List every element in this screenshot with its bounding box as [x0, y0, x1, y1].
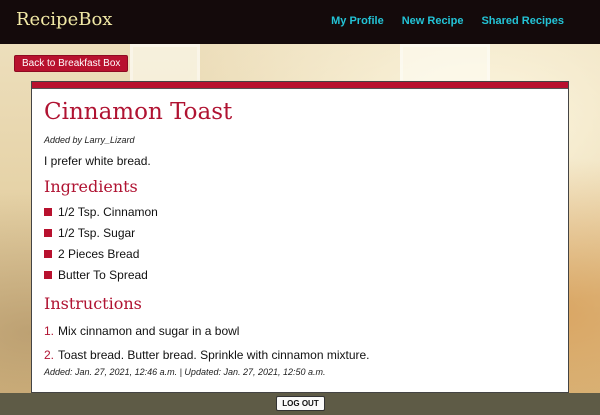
recipe-title: Cinnamon Toast [44, 99, 233, 125]
instruction-number: 1. [44, 324, 55, 338]
recipe-timestamps: Added: Jan. 27, 2021, 12:46 a.m. | Updat… [44, 367, 326, 377]
instruction-number: 2. [44, 348, 55, 362]
ingredient-item: 2 Pieces Bread [44, 243, 568, 264]
nav-links: My Profile New Recipe Shared Recipes [331, 15, 564, 27]
added-by-text: Added by Larry_Lizard [44, 135, 135, 145]
square-bullet-icon [44, 270, 52, 279]
ingredient-label: 2 Pieces Bread [58, 246, 140, 261]
square-bullet-icon [44, 228, 52, 237]
nav-link-new-recipe[interactable]: New Recipe [402, 15, 464, 27]
instructions-heading: Instructions [44, 294, 142, 313]
instruction-text: Toast bread. Butter bread. Sprinkle with… [58, 348, 370, 362]
card-body: Cinnamon Toast Added by Larry_Lizard I p… [32, 89, 568, 377]
instruction-item: 2. Toast bread. Butter bread. Sprinkle w… [44, 343, 568, 367]
background-window-right [400, 44, 490, 84]
ingredient-label: Butter To Spread [58, 267, 148, 282]
ingredients-list: 1/2 Tsp. Cinnamon 1/2 Tsp. Sugar 2 Piece… [44, 201, 568, 285]
background-window-left [130, 44, 200, 84]
ingredient-label: 1/2 Tsp. Sugar [58, 225, 136, 240]
nav-link-my-profile[interactable]: My Profile [331, 15, 384, 27]
square-bullet-icon [44, 207, 52, 216]
back-to-box-button[interactable]: Back to Breakfast Box [14, 55, 129, 72]
instructions-list: 1. Mix cinnamon and sugar in a bowl 2. T… [44, 319, 568, 367]
square-bullet-icon [44, 249, 52, 258]
nav-link-shared-recipes[interactable]: Shared Recipes [481, 15, 564, 27]
recipe-description: I prefer white bread. [44, 154, 151, 168]
recipe-card: Cinnamon Toast Added by Larry_Lizard I p… [31, 81, 569, 393]
logout-button[interactable]: LOG OUT [276, 396, 325, 411]
instruction-text: Mix cinnamon and sugar in a bowl [58, 324, 240, 338]
ingredient-label: 1/2 Tsp. Cinnamon [58, 204, 158, 219]
ingredients-heading: Ingredients [44, 177, 138, 196]
ingredient-item: 1/2 Tsp. Sugar [44, 222, 568, 243]
card-accent-bar [32, 82, 568, 89]
ingredient-item: 1/2 Tsp. Cinnamon [44, 201, 568, 222]
top-navbar: RecipeBox My Profile New Recipe Shared R… [0, 0, 600, 44]
ingredient-item: Butter To Spread [44, 264, 568, 285]
brand-logo[interactable]: RecipeBox [16, 9, 112, 30]
instruction-item: 1. Mix cinnamon and sugar in a bowl [44, 319, 568, 343]
